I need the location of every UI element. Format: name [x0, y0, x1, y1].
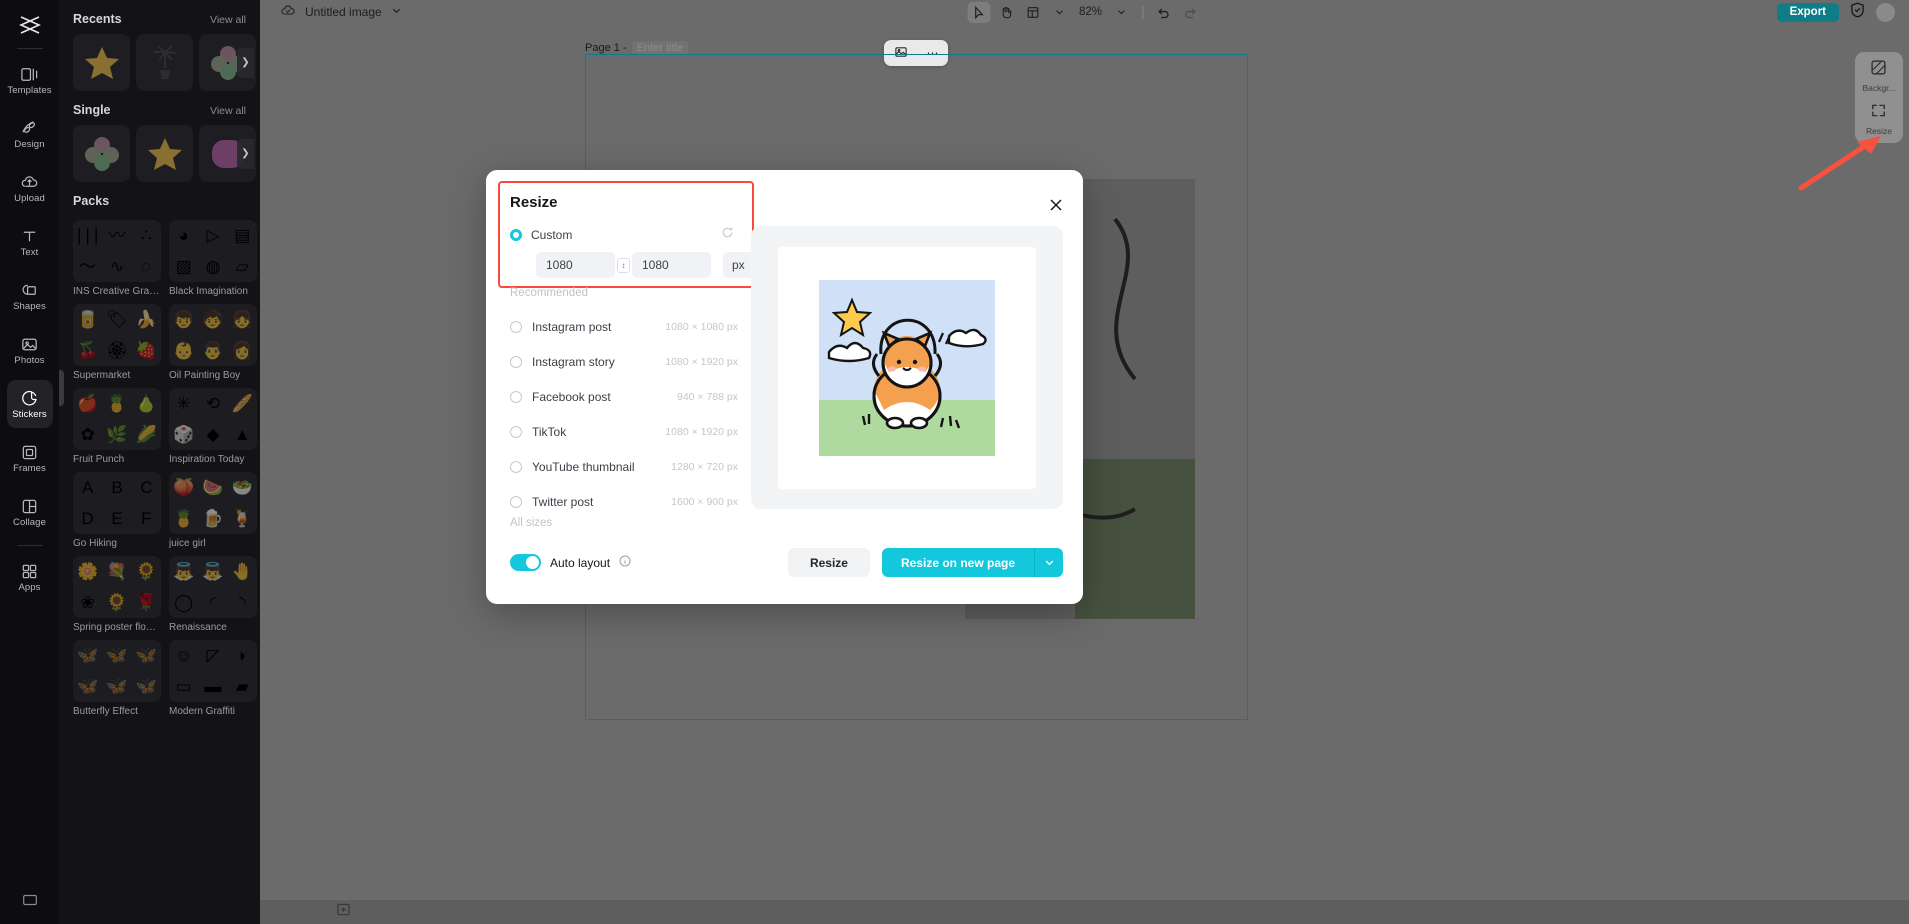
size-option-dimensions: 1080 × 1920 px: [665, 355, 738, 368]
custom-label: Custom: [531, 228, 573, 242]
auto-layout-toggle[interactable]: [510, 554, 541, 571]
size-option-radio[interactable]: [510, 320, 522, 333]
height-input[interactable]: 1080: [632, 252, 711, 278]
size-option-dimensions: 1080 × 1920 px: [665, 425, 738, 438]
auto-layout-row: Auto layout: [510, 554, 631, 571]
size-option-dimensions: 940 × 788 px: [676, 390, 738, 403]
size-option-row[interactable]: Twitter post 1600 × 900 px: [510, 484, 738, 519]
size-option-row[interactable]: Facebook post 940 × 788 px: [510, 379, 738, 414]
custom-radio[interactable]: [510, 229, 522, 241]
resize-on-new-page-button[interactable]: Resize on new page: [881, 548, 1034, 577]
resize-preview: [751, 226, 1063, 509]
custom-size-row[interactable]: Custom: [510, 226, 734, 244]
all-sizes-label[interactable]: All sizes: [510, 517, 552, 529]
size-option-row[interactable]: Instagram story 1080 × 1920 px: [510, 344, 738, 379]
resize-modal: Resize Custom 1080 ↕ 1080 px Recommended…: [486, 170, 1083, 604]
size-option-row[interactable]: Instagram post 1080 × 1080 px: [510, 309, 738, 344]
size-option-dimensions: 1600 × 900 px: [671, 495, 738, 508]
size-option-label: YouTube thumbnail: [532, 459, 635, 474]
size-option-row[interactable]: TikTok 1080 × 1920 px: [510, 414, 738, 449]
size-option-dimensions: 1280 × 720 px: [671, 460, 738, 473]
size-option-radio[interactable]: [510, 425, 522, 438]
size-option-label: Twitter post: [532, 494, 594, 509]
resize-new-page-group: Resize on new page: [881, 548, 1063, 577]
size-option-label: Instagram story: [532, 354, 615, 369]
modal-footer: Auto layout Resize Resize on new page: [486, 538, 1083, 604]
size-option-radio[interactable]: [510, 495, 522, 508]
chevron-down-icon[interactable]: [1034, 548, 1063, 577]
recommended-options: Instagram post 1080 × 1080 px Instagram st…: [510, 309, 738, 519]
resize-button[interactable]: Resize: [787, 548, 870, 577]
size-option-row[interactable]: YouTube thumbnail 1280 × 720 px: [510, 449, 738, 484]
info-icon[interactable]: [619, 555, 631, 570]
unit-value: px: [732, 258, 745, 272]
close-icon[interactable]: [1047, 196, 1065, 214]
size-option-dimensions: 1080 × 1080 px: [665, 320, 738, 333]
size-option-radio[interactable]: [510, 460, 522, 473]
size-option-label: Facebook post: [532, 389, 611, 404]
size-option-radio[interactable]: [510, 355, 522, 368]
link-ratio-icon[interactable]: ↕: [617, 257, 630, 273]
preview-page: [778, 246, 1036, 489]
width-input[interactable]: 1080: [536, 252, 615, 278]
recommended-label: Recommended: [510, 287, 588, 299]
modal-title: Resize: [510, 194, 558, 211]
preview-sticker-artwork: [819, 279, 995, 456]
auto-layout-label: Auto layout: [550, 555, 611, 570]
reset-icon[interactable]: [721, 226, 734, 244]
size-option-label: Instagram post: [532, 319, 612, 334]
size-option-radio[interactable]: [510, 390, 522, 403]
size-option-label: TikTok: [532, 424, 567, 439]
custom-size-inputs: 1080 ↕ 1080 px: [536, 252, 779, 278]
